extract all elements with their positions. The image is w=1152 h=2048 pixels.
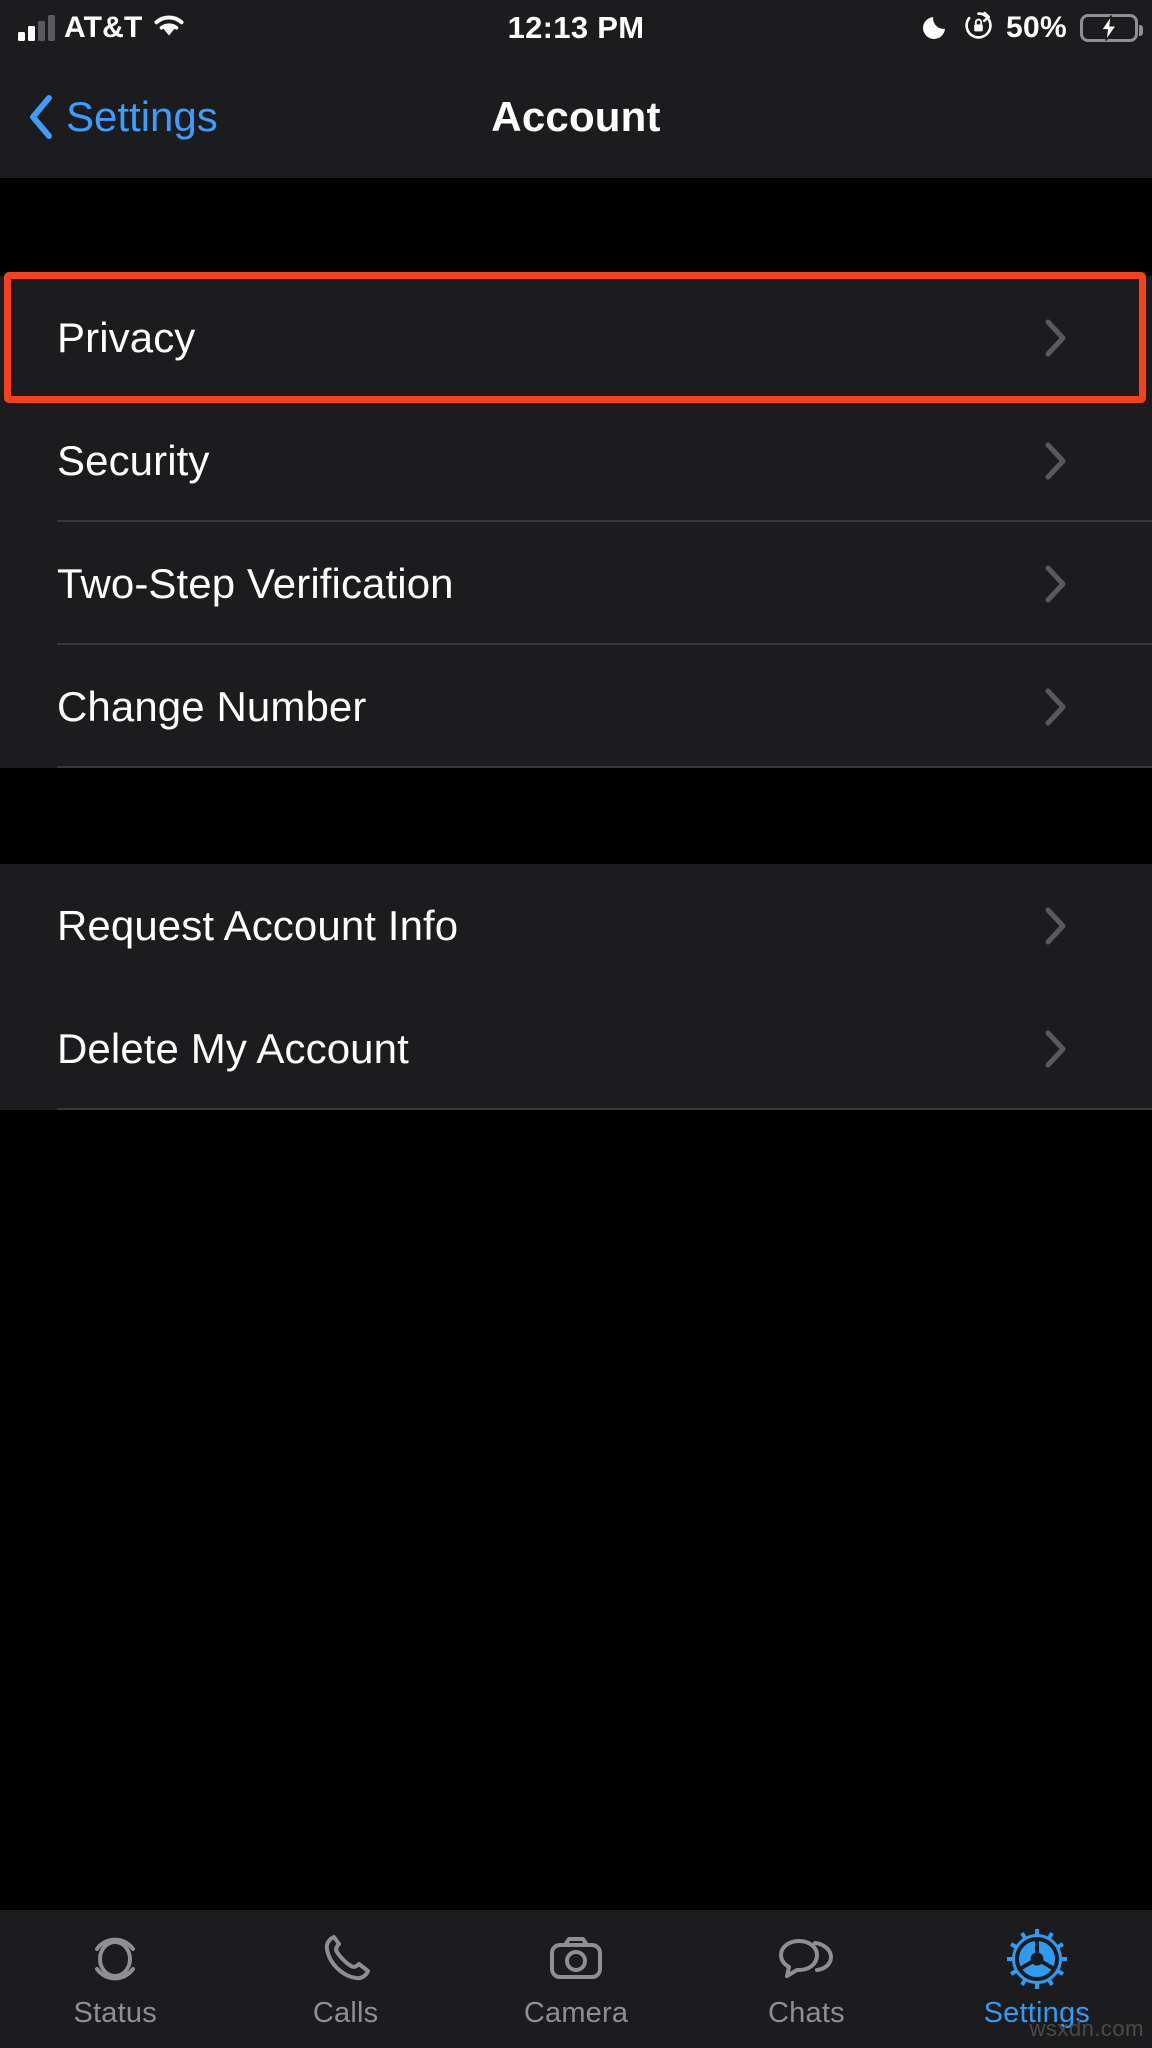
row-separator [57, 766, 1152, 768]
status-rings-icon [95, 1937, 136, 1981]
navigation-bar: Settings Account [0, 55, 1152, 178]
watermark: wsxdn.com [1029, 2016, 1144, 2041]
list-item-label: Privacy [57, 313, 196, 361]
list-item-label: Security [57, 436, 210, 484]
chevron-right-icon [1045, 442, 1066, 479]
list-item-label: Two-Step Verification [57, 559, 454, 607]
page-title: Account [491, 92, 661, 140]
chevron-right-icon [1045, 565, 1066, 602]
chevron-right-icon [1045, 688, 1066, 725]
tab-label: Camera [523, 1997, 629, 2029]
rotation-lock-icon [964, 11, 993, 45]
tab-label: Chats [768, 1997, 845, 2029]
chevron-right-icon [1045, 1030, 1066, 1067]
list-item-two-step-verification[interactable]: Two-Step Verification [0, 522, 1152, 645]
chevron-right-icon [1045, 319, 1066, 356]
row-separator [57, 1108, 1152, 1110]
list-item-change-number[interactable]: Change Number [0, 645, 1152, 768]
phone-icon [324, 1935, 370, 1981]
tab-label: Calls [312, 1997, 379, 2029]
settings-group-account-data: Request Account Info Delete My Account [0, 864, 1152, 1110]
list-item-security[interactable]: Security [0, 399, 1152, 522]
tab-status[interactable]: Status [0, 1910, 230, 2048]
phone-screen: AT&T 12:13 PM 50% Settings Account Priva… [0, 0, 1152, 2048]
tab-camera[interactable]: Camera [461, 1910, 691, 2048]
list-item-delete-my-account[interactable]: Delete My Account [0, 987, 1152, 1110]
moon-icon [923, 11, 951, 44]
status-bar: AT&T 12:13 PM 50% [0, 0, 1152, 55]
tab-chats[interactable]: Chats [691, 1910, 921, 2048]
tab-calls[interactable]: Calls [230, 1910, 460, 2048]
tab-label: Status [73, 1997, 157, 2029]
camera-icon [550, 1937, 603, 1979]
list-item-privacy[interactable]: Privacy [0, 276, 1152, 399]
status-bar-right: 50% [923, 10, 1143, 45]
settings-group-account: Privacy Security Two-Step Verification C… [0, 276, 1152, 768]
battery-charging-icon [1080, 13, 1143, 42]
gear-icon [1006, 1929, 1067, 1989]
chevron-right-icon [1045, 907, 1066, 944]
list-item-label: Request Account Info [57, 901, 459, 949]
list-item-label: Delete My Account [57, 1024, 409, 1072]
tab-bar: Status Calls Camera Chats Settings [0, 1910, 1152, 2048]
chat-bubbles-icon [779, 1939, 834, 1978]
battery-percent-label: 50% [1006, 10, 1067, 44]
list-item-request-account-info[interactable]: Request Account Info [0, 864, 1152, 987]
list-item-label: Change Number [57, 682, 367, 730]
